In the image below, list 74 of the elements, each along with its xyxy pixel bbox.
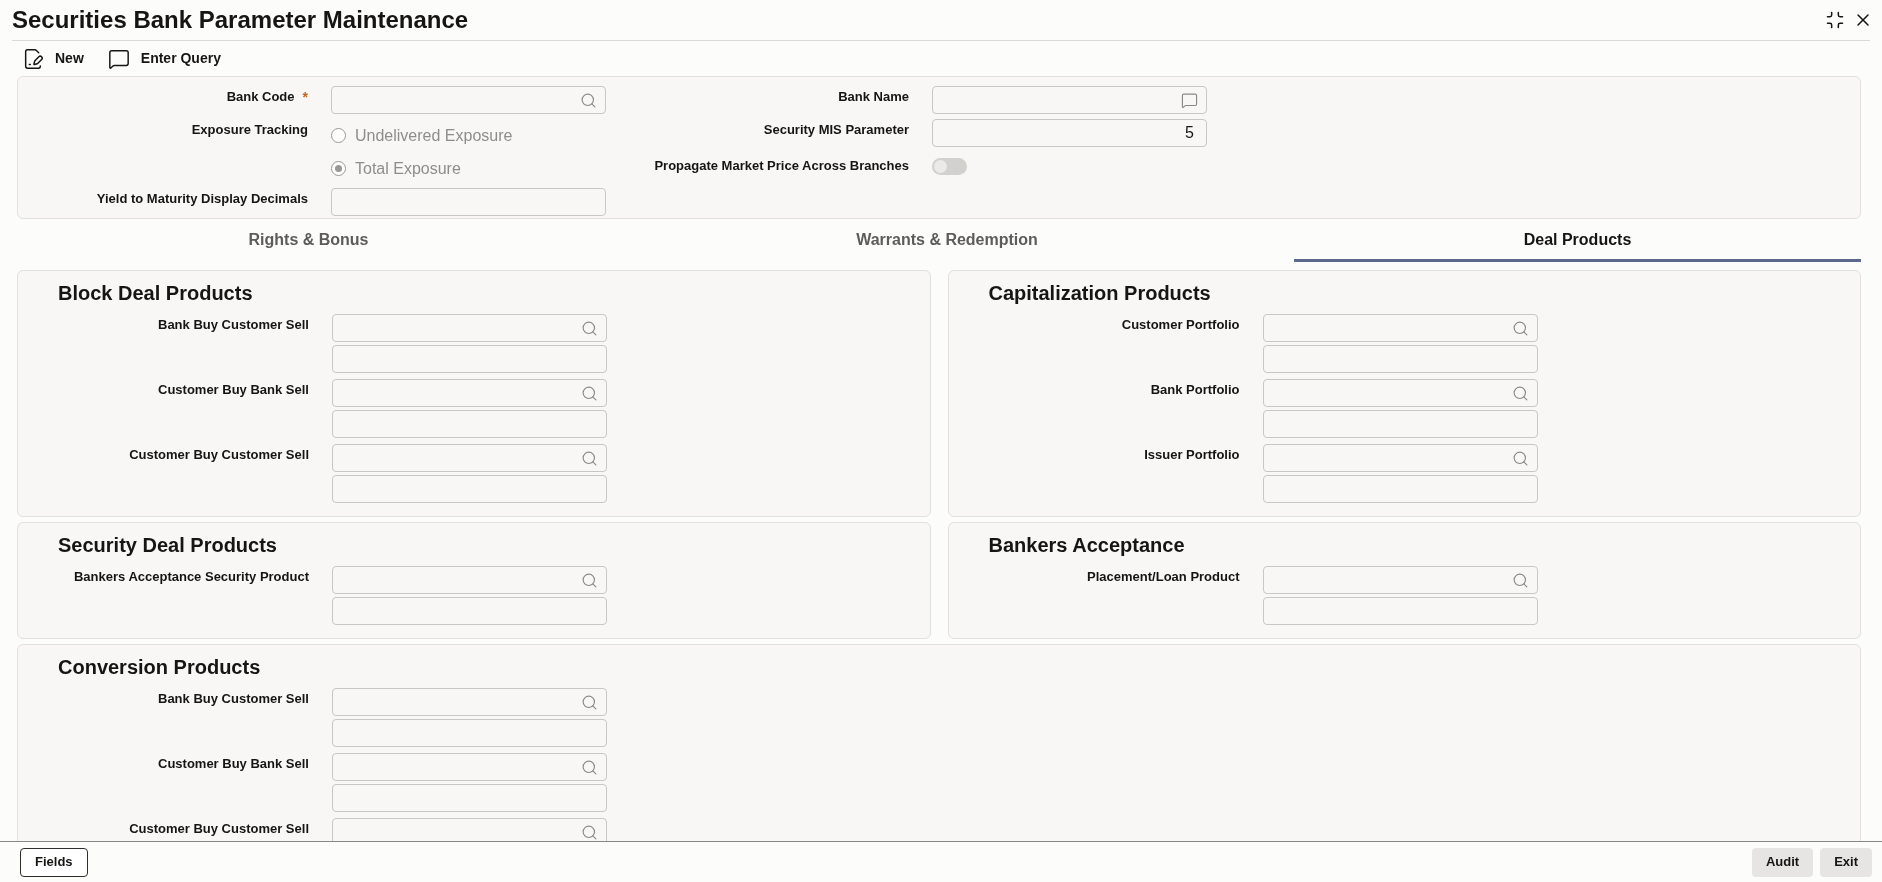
text-field[interactable] [331,188,606,216]
text-field[interactable] [332,475,607,503]
speech-bubble-icon [107,47,130,70]
text-field[interactable] [332,784,607,812]
search-icon[interactable] [1511,319,1529,337]
field-label: Placement/Loan Product [1087,569,1240,585]
search-icon[interactable] [580,91,597,109]
section-heading: Block Deal Products [57,281,254,305]
field-label: Propagate Market Price Across Branches [654,158,909,174]
toolbar-button[interactable]: New [22,47,84,70]
field-label: Bank Buy Customer Sell [158,691,309,707]
field-label: Customer Buy Bank Sell [158,756,309,772]
lookup-field[interactable] [332,314,607,342]
text-field[interactable] [332,410,607,438]
lookup-field[interactable] [1262,444,1538,472]
toolbar-button[interactable]: Enter Query [107,47,221,70]
field-label: Bank Code [226,89,295,105]
text-field[interactable] [1262,475,1538,503]
field-label: Bank Name [838,89,909,105]
text-field[interactable] [1262,597,1538,625]
field-label: Customer Buy Customer Sell [129,821,309,837]
field-label: Security MIS Parameter [763,122,909,138]
lookup-field[interactable] [1262,314,1538,342]
search-icon[interactable] [581,823,598,841]
search-icon[interactable] [581,758,598,776]
lookup-field[interactable] [331,86,606,114]
search-icon[interactable] [1511,571,1529,589]
lookup-field[interactable] [332,753,607,781]
tab[interactable]: Warrants & Redemption [600,219,1294,262]
search-icon[interactable] [581,384,598,402]
text-field[interactable] [332,719,607,747]
lookup-field[interactable] [332,379,607,407]
lookup-field[interactable] [1262,379,1538,407]
text-field[interactable] [1262,345,1538,373]
text-field[interactable] [932,86,1207,114]
toggle-switch[interactable] [932,157,967,175]
section-heading: Capitalization Products [987,281,1212,305]
field-label: Bankers Acceptance Security Product [73,569,309,585]
search-icon[interactable] [581,319,598,337]
speech-bubble-icon[interactable] [1181,91,1198,109]
field-label: Bank Buy Customer Sell [158,317,309,333]
field-label: Issuer Portfolio [1144,447,1240,463]
minimize-icon[interactable] [1824,9,1846,31]
footer-button[interactable]: Fields [20,847,88,877]
search-icon[interactable] [1511,449,1529,467]
tab[interactable]: Deal Products [1294,219,1861,262]
text-field[interactable] [332,345,607,373]
field-label: Customer Buy Bank Sell [158,382,309,398]
tab[interactable]: Rights & Bonus [17,219,600,262]
lookup-field[interactable] [332,444,607,472]
search-icon[interactable] [581,449,598,467]
window-title: Securities Bank Parameter Maintenance [12,5,469,35]
field-label: Exposure Tracking [191,122,308,138]
required-mark: * [302,89,308,105]
section-heading: Conversion Products [57,655,262,679]
search-icon[interactable] [581,571,598,589]
search-icon[interactable] [1511,384,1529,402]
field-label: Customer Buy Customer Sell [129,447,309,463]
field-label: Customer Portfolio [1121,317,1240,333]
search-icon[interactable] [581,693,598,711]
text-field[interactable] [332,597,607,625]
text-field[interactable]: 5 [932,119,1207,147]
document-pen-icon [22,47,44,70]
field-label: Yield to Maturity Display Decimals [96,191,308,207]
footer-button[interactable]: Audit [1751,847,1814,877]
lookup-field[interactable] [332,688,607,716]
field-label: Bank Portfolio [1150,382,1240,398]
text-field[interactable] [1262,410,1538,438]
section-heading: Bankers Acceptance [987,533,1186,557]
footer-button[interactable]: Exit [1820,847,1872,877]
lookup-field[interactable] [332,566,607,594]
lookup-field[interactable] [1262,566,1538,594]
section-heading: Security Deal Products [57,533,278,557]
lookup-field[interactable] [332,818,607,841]
